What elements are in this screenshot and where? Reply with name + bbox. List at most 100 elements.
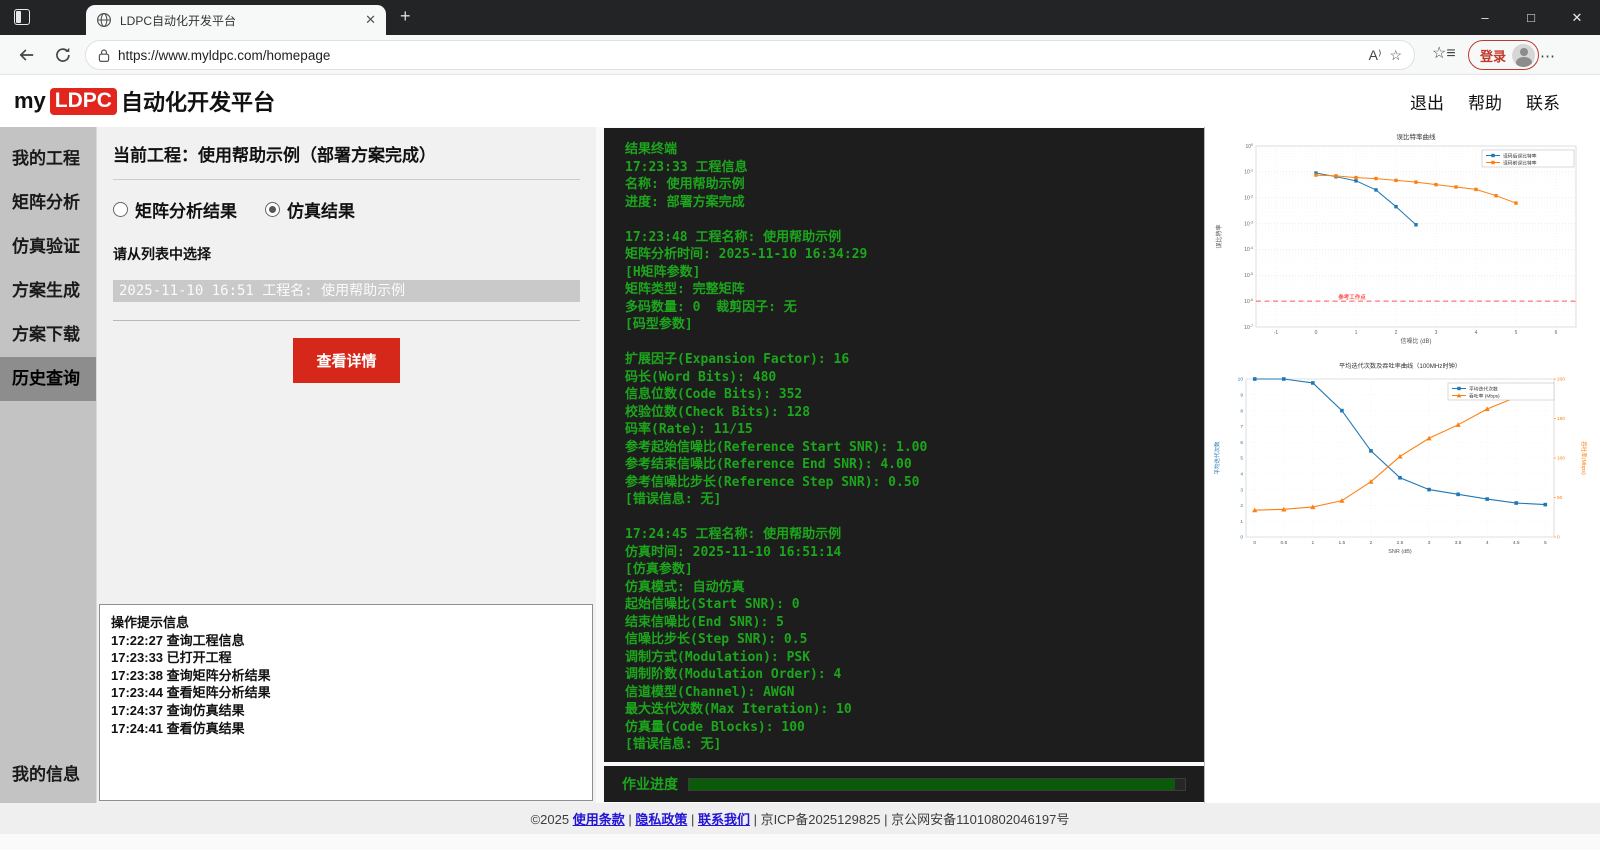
avatar bbox=[1512, 43, 1536, 67]
footer-link-2[interactable]: 联系我们 bbox=[698, 812, 750, 827]
svg-text:误比特率曲线: 误比特率曲线 bbox=[1397, 132, 1437, 141]
radio-label: 矩阵分析结果 bbox=[135, 202, 237, 221]
svg-text:10-2: 10-2 bbox=[1244, 195, 1253, 202]
svg-text:8: 8 bbox=[1240, 408, 1243, 414]
header-link-logout[interactable]: 退出 bbox=[1410, 89, 1444, 114]
radio-option-1[interactable]: 仿真结果 bbox=[265, 197, 355, 222]
window-controls: – □ ✕ bbox=[1462, 0, 1600, 35]
progress-track bbox=[688, 777, 1186, 791]
svg-text:5: 5 bbox=[1515, 330, 1518, 336]
svg-text:-1: -1 bbox=[1274, 330, 1279, 336]
sidebar-item-2[interactable]: 仿真验证 bbox=[0, 225, 96, 269]
svg-text:5: 5 bbox=[1240, 456, 1243, 462]
minimize-button[interactable]: – bbox=[1462, 0, 1508, 35]
svg-text:3: 3 bbox=[1240, 487, 1243, 493]
svg-text:10-3: 10-3 bbox=[1244, 220, 1253, 227]
page-footer: ©2025 使用条款 | 隐私政策 | 联系我们 | 京ICP备20251298… bbox=[0, 803, 1600, 834]
svg-text:9: 9 bbox=[1240, 393, 1243, 399]
radio-label: 仿真结果 bbox=[287, 202, 355, 221]
main-panel: 当前工程：使用帮助示例（部署方案完成） 矩阵分析结果 仿真结果 请从列表中选择 2… bbox=[96, 127, 596, 803]
svg-text:6: 6 bbox=[1240, 440, 1243, 446]
history-list-item[interactable]: 2025-11-10 16:51 工程名: 使用帮助示例 bbox=[113, 280, 580, 302]
sidebar-item-0[interactable]: 我的工程 bbox=[0, 137, 96, 181]
globe-icon bbox=[96, 12, 112, 28]
sidebar-item-3[interactable]: 方案生成 bbox=[0, 269, 96, 313]
browser-address-bar: https://www.myldpc.com/homepage A⁾ ☆ ☆≡ … bbox=[0, 35, 1600, 75]
svg-text:10-7: 10-7 bbox=[1244, 324, 1253, 331]
browser-tab-bar: LDPC自动化开发平台 ✕ + – □ ✕ bbox=[0, 0, 1600, 35]
svg-text:0: 0 bbox=[1240, 535, 1243, 541]
site-header: my LDPC 自动化开发平台 退出 帮助 联系 bbox=[0, 75, 1600, 127]
view-details-button[interactable]: 查看详情 bbox=[293, 338, 400, 383]
footer-link-0[interactable]: 使用条款 bbox=[573, 812, 625, 827]
svg-text:100: 100 bbox=[1245, 143, 1253, 150]
svg-text:3: 3 bbox=[1428, 540, 1431, 546]
log-line: 17:22:27 查询工程信息 bbox=[111, 632, 245, 648]
svg-text:10-1: 10-1 bbox=[1244, 169, 1253, 176]
read-aloud-icon[interactable]: A⁾ bbox=[1369, 47, 1382, 64]
radio-option-0[interactable]: 矩阵分析结果 bbox=[113, 197, 237, 222]
sidebar-item-5[interactable]: 历史查询 bbox=[0, 357, 96, 401]
svg-text:1: 1 bbox=[1355, 330, 1358, 336]
log-line: 17:23:38 查询矩阵分析结果 bbox=[111, 667, 271, 683]
svg-text:3.5: 3.5 bbox=[1455, 540, 1462, 546]
log-line: 17:24:37 查询仿真结果 bbox=[111, 702, 245, 718]
svg-text:150: 150 bbox=[1557, 416, 1565, 422]
svg-text:6: 6 bbox=[1555, 330, 1558, 336]
tab-close-icon[interactable]: ✕ bbox=[365, 12, 376, 28]
charts-panel: 100 10-1 10-2 10-3 10-4 10-5 10-6 10-7 -1 0 1 2 3 4 5 6… bbox=[1204, 127, 1600, 803]
current-project-title: 当前工程：使用帮助示例（部署方案完成） bbox=[113, 141, 580, 180]
favorite-star-icon[interactable]: ☆ bbox=[1389, 47, 1402, 64]
close-button[interactable]: ✕ bbox=[1554, 0, 1600, 35]
svg-text:平均迭代次数: 平均迭代次数 bbox=[1469, 385, 1498, 392]
svg-text:2: 2 bbox=[1395, 330, 1398, 336]
tab-title: LDPC自动化开发平台 bbox=[120, 13, 237, 28]
sidebar-item-my-info[interactable]: 我的信息 bbox=[0, 755, 96, 795]
ber-chart: 100 10-1 10-2 10-3 10-4 10-5 10-6 10-7 -1 0 1 2 3 4 5 6… bbox=[1215, 132, 1577, 345]
login-button[interactable]: 登录 bbox=[1468, 40, 1540, 70]
new-tab-button[interactable]: + bbox=[400, 6, 411, 27]
iteration-throughput-chart: 0123456789100501001502000 0.5 1 1.5 2 2.5 3 3.5… bbox=[1213, 362, 1588, 555]
svg-text:7: 7 bbox=[1240, 424, 1243, 430]
svg-text:0: 0 bbox=[1315, 330, 1318, 336]
collections-icon[interactable]: ☆≡ bbox=[1432, 43, 1456, 63]
svg-text:10: 10 bbox=[1238, 377, 1244, 383]
footer-link-1[interactable]: 隐私政策 bbox=[635, 812, 687, 827]
svg-text:2: 2 bbox=[1370, 540, 1373, 546]
progress-fill bbox=[689, 778, 1176, 790]
progress-label: 作业进度 bbox=[622, 776, 678, 792]
browser-tab[interactable]: LDPC自动化开发平台 ✕ bbox=[86, 5, 386, 35]
svg-text:1: 1 bbox=[1311, 540, 1314, 546]
site-logo: my LDPC 自动化开发平台 bbox=[14, 85, 275, 117]
job-progress-panel: 作业进度 bbox=[604, 766, 1204, 802]
result-radio-group: 矩阵分析结果 仿真结果 bbox=[113, 197, 580, 222]
tab-actions-icon[interactable] bbox=[14, 9, 30, 25]
maximize-button[interactable]: □ bbox=[1508, 0, 1554, 35]
svg-text:平均迭代次数及吞吐率曲线（100MHz时钟）: 平均迭代次数及吞吐率曲线（100MHz时钟） bbox=[1339, 362, 1461, 370]
svg-text:3: 3 bbox=[1435, 330, 1438, 336]
svg-text:译码后误比特率: 译码后误比特率 bbox=[1503, 152, 1537, 159]
url-bar[interactable]: https://www.myldpc.com/homepage A⁾ ☆ bbox=[85, 40, 1415, 70]
header-link-help[interactable]: 帮助 bbox=[1468, 89, 1502, 114]
result-terminal: 结果终端 17:23:33 工程信息 名称: 使用帮助示例 进度: 部署方案完成… bbox=[604, 128, 1204, 762]
logo-ldpc-badge: LDPC bbox=[49, 87, 117, 115]
more-menu-icon[interactable]: ⋯ bbox=[1540, 47, 1556, 65]
svg-text:SNR (dB): SNR (dB) bbox=[1388, 549, 1412, 555]
radio-icon[interactable] bbox=[265, 202, 280, 217]
back-icon[interactable] bbox=[18, 46, 36, 64]
url-text[interactable]: https://www.myldpc.com/homepage bbox=[118, 48, 1361, 63]
sidebar-item-4[interactable]: 方案下载 bbox=[0, 313, 96, 357]
history-list: 2025-11-10 16:51 工程名: 使用帮助示例 bbox=[113, 280, 580, 302]
lock-icon bbox=[98, 48, 110, 62]
svg-text:200: 200 bbox=[1557, 377, 1565, 383]
svg-text:4: 4 bbox=[1486, 540, 1489, 546]
footer-line: ©2025 使用条款 | 隐私政策 | 联系我们 | 京ICP备20251298… bbox=[530, 812, 1070, 827]
radio-icon[interactable] bbox=[113, 202, 128, 217]
terminal-output: 结果终端 17:23:33 工程信息 名称: 使用帮助示例 进度: 部署方案完成… bbox=[625, 142, 928, 752]
header-link-contact[interactable]: 联系 bbox=[1526, 89, 1560, 114]
sidebar-item-1[interactable]: 矩阵分析 bbox=[0, 181, 96, 225]
svg-text:10-6: 10-6 bbox=[1244, 298, 1253, 305]
refresh-icon[interactable] bbox=[54, 46, 72, 64]
svg-text:译码前误比特率: 译码前误比特率 bbox=[1503, 159, 1537, 166]
svg-text:2.5: 2.5 bbox=[1397, 540, 1404, 546]
